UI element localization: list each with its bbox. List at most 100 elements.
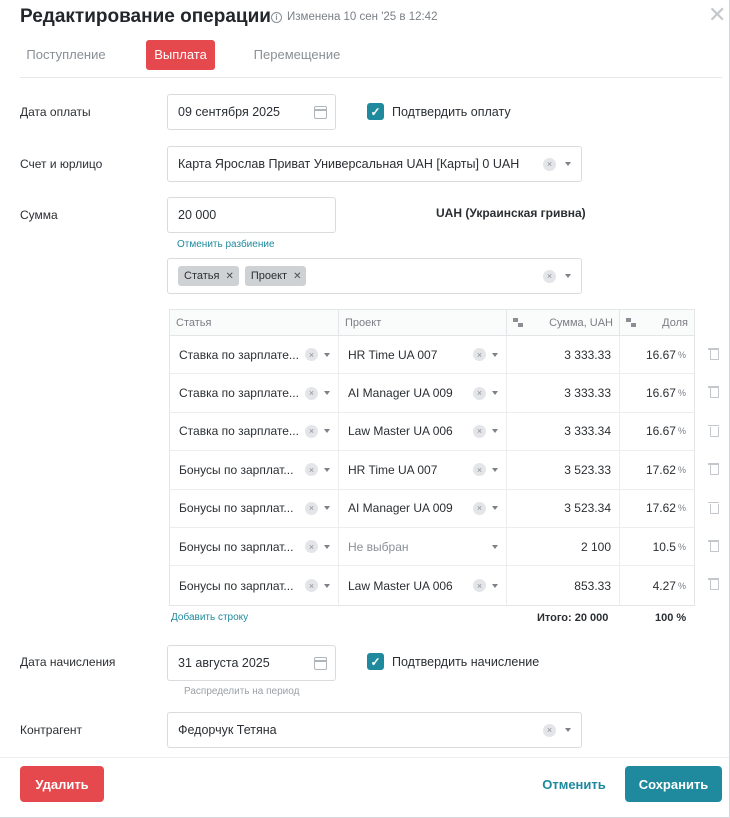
trash-icon[interactable] xyxy=(708,385,719,399)
chevron-down-icon[interactable] xyxy=(492,391,498,396)
article-select[interactable]: Ставка по зарплате... × xyxy=(170,374,339,412)
cancel-button[interactable]: Отменить xyxy=(531,766,617,802)
project-select[interactable]: Law Master UA 006 × xyxy=(339,566,507,605)
split-by-select[interactable]: Статья ✕ Проект ✕ × xyxy=(167,258,582,294)
tab-income[interactable]: Поступление xyxy=(20,40,112,70)
sum-cell[interactable]: 3 333.33 xyxy=(507,336,620,374)
article-clear-icon[interactable]: × xyxy=(305,348,318,362)
chevron-down-icon[interactable] xyxy=(324,467,330,472)
delete-button[interactable]: Удалить xyxy=(20,766,104,802)
article-select[interactable]: Ставка по зарплате... × xyxy=(170,336,339,374)
project-clear-icon[interactable]: × xyxy=(473,579,486,593)
chevron-down-icon[interactable] xyxy=(324,506,330,511)
sum-cell[interactable]: 2 100 xyxy=(507,527,620,566)
share-cell[interactable]: 17.62 % xyxy=(620,451,694,488)
add-row-link[interactable]: Добавить строку xyxy=(171,612,248,623)
chip-remove-icon[interactable]: ✕ xyxy=(225,271,233,282)
trash-icon[interactable] xyxy=(708,501,719,514)
confirm-payment[interactable]: ✓ Подтвердить оплату xyxy=(367,103,511,120)
col-share[interactable]: Доля xyxy=(620,310,694,335)
payment-date-value: 09 сентября 2025 xyxy=(178,105,280,119)
account-clear-icon[interactable]: × xyxy=(543,157,556,171)
trash-icon[interactable] xyxy=(708,347,719,360)
chevron-down-icon[interactable] xyxy=(565,162,571,166)
cancel-split-link[interactable]: Отменить разбиение xyxy=(177,239,275,250)
chevron-down-icon[interactable] xyxy=(324,391,330,396)
sum-cell[interactable]: 3 333.33 xyxy=(507,374,620,412)
col-sum[interactable]: Сумма, UAH xyxy=(507,310,620,335)
project-clear-icon[interactable]: × xyxy=(473,348,486,362)
chevron-down-icon[interactable] xyxy=(324,583,330,588)
tab-payout[interactable]: Выплата xyxy=(146,40,215,70)
tree-icon[interactable] xyxy=(626,317,637,328)
calendar-icon[interactable] xyxy=(314,106,327,119)
sum-cell[interactable]: 3 333.34 xyxy=(507,412,620,451)
trash-icon[interactable] xyxy=(708,462,719,476)
account-select[interactable]: Карта Ярослав Приват Универсальная UAH [… xyxy=(167,146,582,182)
project-clear-icon[interactable]: × xyxy=(473,386,486,400)
article-select[interactable]: Бонусы по зарплат... × xyxy=(170,566,339,605)
chevron-down-icon[interactable] xyxy=(492,506,498,511)
article-select[interactable]: Ставка по зарплате... × xyxy=(170,412,339,451)
share-cell[interactable]: 10.5 % xyxy=(620,528,694,565)
chevron-down-icon[interactable] xyxy=(324,352,330,357)
article-value: Ставка по зарплате... xyxy=(179,347,299,362)
save-button[interactable]: Сохранить xyxy=(625,766,722,802)
share-cell[interactable]: 16.67 % xyxy=(620,374,694,411)
project-select[interactable]: AI Manager UA 009 × xyxy=(339,374,507,412)
article-select[interactable]: Бонусы по зарплат... × xyxy=(170,451,339,489)
trash-icon[interactable] xyxy=(708,539,719,552)
share-cell[interactable]: 16.67 % xyxy=(620,413,694,450)
chevron-down-icon[interactable] xyxy=(324,544,330,549)
calendar-icon[interactable] xyxy=(314,657,327,670)
trash-icon[interactable] xyxy=(708,424,719,437)
chevron-down-icon[interactable] xyxy=(492,583,498,588)
chevron-down-icon[interactable] xyxy=(492,429,498,434)
amount-input[interactable]: 20 000 xyxy=(167,197,336,233)
trash-icon[interactable] xyxy=(708,577,719,591)
share-value: 16.67 xyxy=(645,347,676,362)
split-clear-icon[interactable]: × xyxy=(543,269,556,283)
payment-date-input[interactable]: 09 сентября 2025 xyxy=(167,94,336,130)
article-clear-icon[interactable]: × xyxy=(305,501,318,515)
chevron-down-icon[interactable] xyxy=(324,429,330,434)
project-select[interactable]: HR Time UA 007 × xyxy=(339,451,507,489)
chevron-down-icon[interactable] xyxy=(492,467,498,472)
confirm-accrual-checkbox[interactable]: ✓ xyxy=(367,653,384,670)
sum-cell[interactable]: 3 523.34 xyxy=(507,489,620,527)
accrual-date-input[interactable]: 31 августа 2025 xyxy=(167,645,336,681)
project-clear-icon[interactable]: × xyxy=(473,424,486,438)
project-clear-icon[interactable]: × xyxy=(473,463,486,477)
counterparty-select[interactable]: Федорчук Тетяна × xyxy=(167,712,582,748)
project-select[interactable]: Не выбран xyxy=(339,527,507,566)
close-icon[interactable]: ✕ xyxy=(708,4,726,26)
article-clear-icon[interactable]: × xyxy=(305,424,318,438)
project-clear-icon[interactable]: × xyxy=(473,501,486,515)
counterparty-clear-icon[interactable]: × xyxy=(543,723,556,737)
article-clear-icon[interactable]: × xyxy=(305,540,318,554)
project-select[interactable]: HR Time UA 007 × xyxy=(339,336,507,374)
tree-icon[interactable] xyxy=(513,317,524,328)
share-cell[interactable]: 4.27 % xyxy=(620,566,694,604)
chevron-down-icon[interactable] xyxy=(492,544,498,549)
sum-cell[interactable]: 3 523.33 xyxy=(507,451,620,489)
chevron-down-icon[interactable] xyxy=(565,728,571,732)
confirm-payment-checkbox[interactable]: ✓ xyxy=(367,103,384,120)
share-cell[interactable]: 17.62 % xyxy=(620,490,694,527)
chevron-down-icon[interactable] xyxy=(492,352,498,357)
article-clear-icon[interactable]: × xyxy=(305,386,318,400)
chip-remove-icon[interactable]: ✕ xyxy=(293,271,301,282)
article-clear-icon[interactable]: × xyxy=(305,579,318,593)
article-select[interactable]: Бонусы по зарплат... × xyxy=(170,527,339,566)
modified-text: Изменена 10 сен '25 в 12:42 xyxy=(287,11,438,23)
project-select[interactable]: AI Manager UA 009 × xyxy=(339,489,507,527)
article-clear-icon[interactable]: × xyxy=(305,463,318,477)
confirm-accrual[interactable]: ✓ Подтвердить начисление xyxy=(367,653,539,670)
sum-cell[interactable]: 853.33 xyxy=(507,566,620,605)
article-select[interactable]: Бонусы по зарплат... × xyxy=(170,489,339,527)
project-select[interactable]: Law Master UA 006 × xyxy=(339,412,507,451)
distribute-period-link[interactable]: Распределить на период xyxy=(184,686,299,697)
share-cell[interactable]: 16.67 % xyxy=(620,336,694,373)
chevron-down-icon[interactable] xyxy=(565,274,571,278)
tab-transfer[interactable]: Перемещение xyxy=(248,40,346,70)
